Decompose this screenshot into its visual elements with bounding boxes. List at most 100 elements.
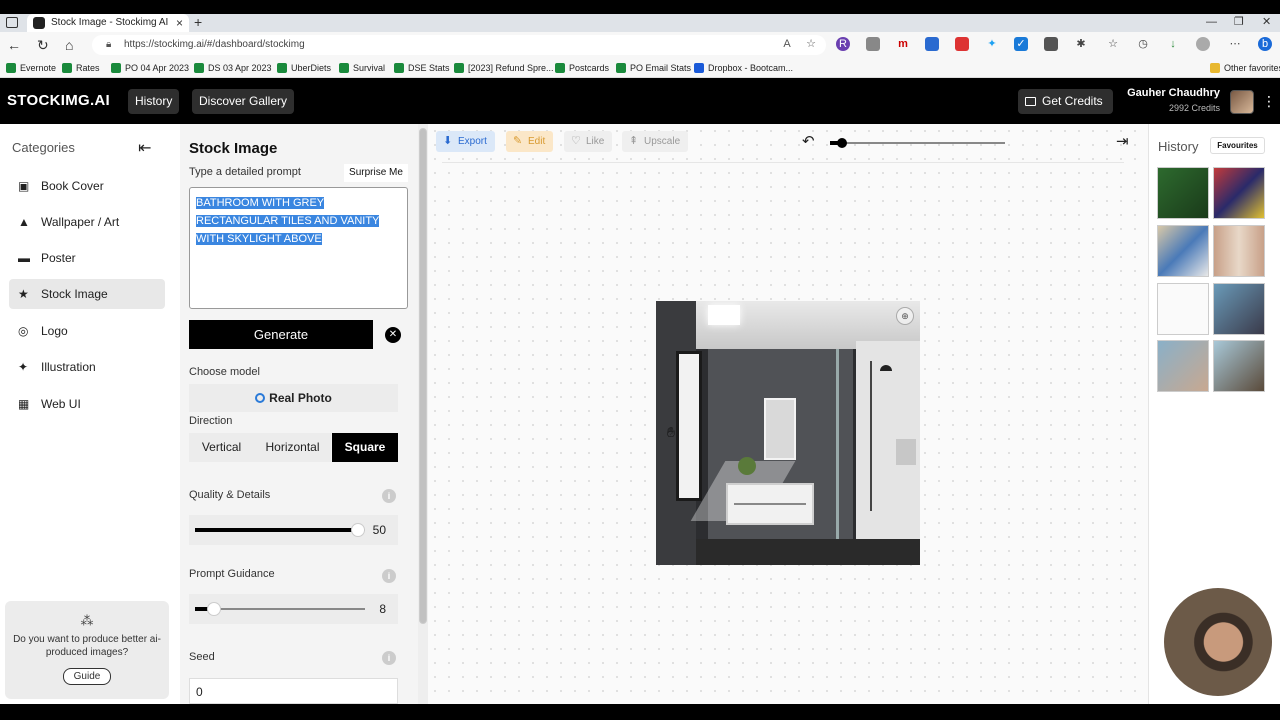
extension-red-icon[interactable] [955,37,969,51]
bookmark-item[interactable]: DS 03 Apr 2023 [194,58,272,78]
quality-value: 50 [372,523,386,537]
clear-icon[interactable]: ✕ [385,327,401,343]
generated-image[interactable]: ⊕ [656,301,920,565]
surprise-me-button[interactable]: Surprise Me [344,164,408,182]
history-nav-button[interactable]: History [128,89,180,114]
category-illustration[interactable]: ✦ Illustration [9,352,165,382]
extension-gray-icon[interactable] [866,37,880,51]
zoom-slider[interactable] [830,142,1005,144]
category-wallpaper-art[interactable]: ▲ Wallpaper / Art [9,207,165,237]
bookmark-item[interactable]: [2023] Refund Spre... [454,58,554,78]
quality-slider[interactable]: 50 [189,515,398,545]
model-option-real-photo[interactable]: Real Photo [189,384,398,412]
direction-horizontal[interactable]: Horizontal [254,433,331,462]
bookmark-item[interactable]: PO 04 Apr 2023 [111,58,189,78]
new-tab-button[interactable]: + [194,14,202,30]
bookmark-item[interactable]: Dropbox - Bootcam... [694,58,793,78]
twitter-icon[interactable]: ✦ [985,37,999,51]
bookmark-item[interactable]: Postcards [555,58,609,78]
bookmark-item[interactable]: Rates [62,58,100,78]
prompt-textarea[interactable]: BATHROOM WITH GREY RECTANGULAR TILES AND… [189,187,408,309]
export-button[interactable]: ⬇ Export [436,131,495,152]
extension-m-icon[interactable]: m [896,37,910,51]
bing-icon[interactable]: b [1258,37,1272,51]
guidance-slider[interactable]: 8 [189,594,398,624]
slider-handle[interactable] [207,602,221,616]
app-logo[interactable]: STOCKIMG.AI [7,92,110,109]
edit-button[interactable]: ✎ Edit [506,131,554,152]
other-favorites[interactable]: Other favorites [1210,58,1280,78]
url-input[interactable]: 🔒︎ https://stockimg.ai/#/dashboard/stock… [92,35,826,55]
browser-tab[interactable]: Stock Image - Stockimg AI × [27,14,189,32]
tab-title: Stock Image - Stockimg AI [51,17,169,28]
favorites-icon[interactable]: ☆ [1106,37,1120,51]
refresh-icon[interactable]: ↻ [37,36,49,54]
guide-button[interactable]: Guide [62,668,112,685]
undo-icon[interactable]: ↶ [802,132,815,150]
people-icon: ⁂ [80,613,94,628]
history-thumbnail[interactable] [1213,225,1265,277]
category-stock-image[interactable]: ★ Stock Image [9,279,165,309]
quality-info-icon[interactable]: i [382,489,396,503]
seed-info-icon[interactable]: i [382,651,396,665]
profile-icon[interactable] [1196,37,1210,51]
extension-check-icon[interactable]: ✓ [1014,37,1028,51]
collapse-sidebar-icon[interactable]: ⇤ [138,138,151,158]
get-credits-button[interactable]: Get Credits [1018,89,1113,114]
close-window-icon[interactable]: ✕ [1262,14,1271,30]
direction-square[interactable]: Square [332,433,398,462]
maximize-icon[interactable]: ❐ [1234,14,1244,30]
kebab-menu-icon[interactable]: ⋮ [1262,92,1276,110]
category-logo[interactable]: ◎ Logo [9,316,165,346]
history-thumbnail[interactable] [1157,340,1209,392]
minimize-icon[interactable]: — [1206,14,1217,30]
slider-handle[interactable] [351,523,365,537]
history-thumbnail[interactable] [1213,283,1265,335]
discover-gallery-button[interactable]: Discover Gallery [192,89,295,114]
image-canvas: ⬇ Export ✎ Edit ♡ Like ⇞ Upscale ↶ ⇥ ⊕ ✋︎ [428,124,1148,704]
bookmark-item[interactable]: Survival [339,58,385,78]
bookmark-item[interactable]: DSE Stats [394,58,450,78]
history-icon[interactable]: ◷ [1136,37,1150,51]
history-thumbnail[interactable] [1213,167,1265,219]
close-tab-icon[interactable]: × [176,14,183,32]
history-thumbnail[interactable] [1157,283,1209,335]
like-button[interactable]: ♡ Like [564,131,613,152]
read-aloud-icon[interactable]: A [780,37,794,51]
favourites-button[interactable]: Favourites [1210,137,1265,154]
generate-button[interactable]: Generate [189,320,373,349]
expand-panel-icon[interactable]: ⇥ [1116,132,1129,150]
seed-input[interactable]: 0 [189,678,398,704]
favorite-star-icon[interactable]: ☆ [804,37,818,51]
extension-blue-icon[interactable] [925,37,939,51]
history-title: History [1158,139,1199,154]
bookmark-item[interactable]: PO Email Stats [616,58,691,78]
guidance-info-icon[interactable]: i [382,569,396,583]
scrollbar-thumb[interactable] [419,128,427,624]
back-icon[interactable]: ← [7,36,21,54]
extension-badge-icon[interactable] [1044,37,1058,51]
radio-icon [255,392,266,403]
more-icon[interactable]: ⋯ [1228,37,1242,51]
home-icon[interactable]: ⌂ [65,36,73,54]
upscale-button[interactable]: ⇞ Upscale [622,131,689,152]
star-icon: ★ [18,287,29,301]
category-web-ui[interactable]: ▦ Web UI [9,389,165,419]
history-thumbnail[interactable] [1157,225,1209,277]
zoom-image-icon[interactable]: ⊕ [896,307,914,325]
bookmark-item[interactable]: Evernote [6,58,56,78]
folder-icon [1210,62,1220,73]
avatar[interactable] [1230,90,1254,114]
form-scrollbar[interactable] [418,124,428,704]
downloads-icon[interactable]: ↓ [1166,37,1180,51]
direction-vertical[interactable]: Vertical [189,433,254,462]
extensions-puzzle-icon[interactable]: ✱ [1074,37,1088,51]
category-book-cover[interactable]: ▣ Book Cover [9,171,165,201]
window-menu-icon[interactable] [6,17,18,28]
extension-r-icon[interactable]: R [836,37,850,51]
category-poster[interactable]: ▬ Poster [9,243,165,273]
history-thumbnail[interactable] [1157,167,1209,219]
bookmark-item[interactable]: UberDiets [277,58,331,78]
history-thumbnail[interactable] [1213,340,1265,392]
zoom-handle[interactable] [837,138,847,148]
